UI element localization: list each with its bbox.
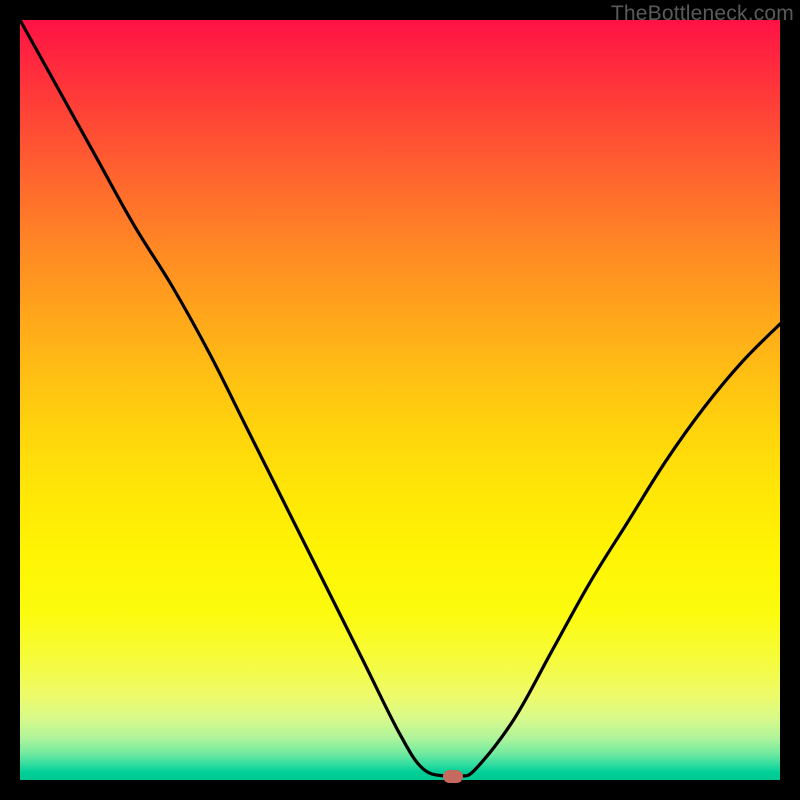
chart-frame: TheBottleneck.com	[0, 0, 800, 800]
optimal-marker	[443, 770, 463, 783]
bottleneck-curve	[20, 20, 780, 780]
plot-area	[20, 20, 780, 780]
